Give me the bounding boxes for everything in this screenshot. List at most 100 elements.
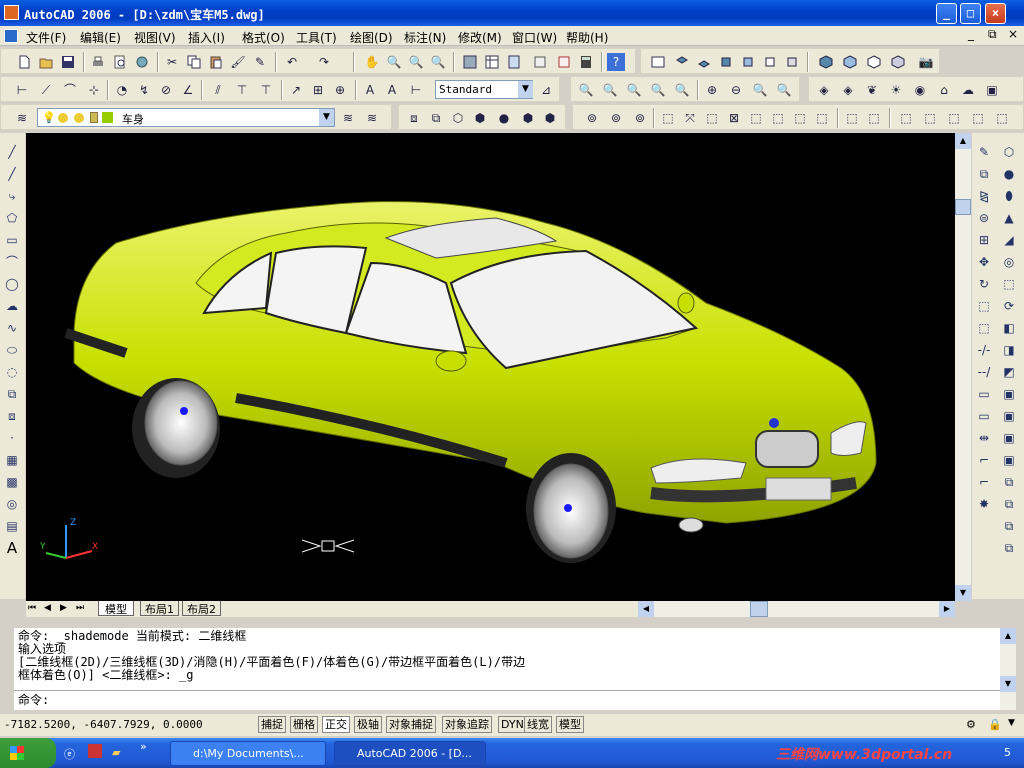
- tab-layout2[interactable]: 布局2: [182, 601, 221, 616]
- save-icon[interactable]: [59, 53, 77, 71]
- taper-face-icon[interactable]: ⬚: [769, 109, 787, 127]
- sphere-icon[interactable]: ●: [1000, 165, 1018, 183]
- zoom-in-icon[interactable]: ⊕: [703, 81, 721, 99]
- extrude-solid-icon[interactable]: ⬚: [1000, 275, 1018, 293]
- calculator-icon[interactable]: [577, 53, 595, 71]
- scene-icon[interactable]: ❦: [863, 81, 881, 99]
- rectangle-icon[interactable]: ▭: [3, 231, 21, 249]
- taskbar-item-autocad[interactable]: AutoCAD 2006 - [D...: [334, 741, 486, 766]
- orbit-icon[interactable]: ⊚: [583, 109, 601, 127]
- se-iso-icon[interactable]: [841, 53, 859, 71]
- properties-icon[interactable]: [461, 53, 479, 71]
- otrack-button[interactable]: 对象追踪: [442, 716, 492, 733]
- menu-modify[interactable]: 修改(M): [458, 29, 502, 46]
- osnap-button[interactable]: 对象捕捉: [386, 716, 436, 733]
- command-scrollbar[interactable]: ▲ ▼: [1000, 628, 1016, 710]
- rotate-face-icon[interactable]: ⬚: [747, 109, 765, 127]
- copy-object-icon[interactable]: ⧉: [975, 165, 993, 183]
- light-icon[interactable]: ☀: [887, 81, 905, 99]
- circle-icon[interactable]: ◯: [3, 275, 21, 293]
- box-solid-icon[interactable]: ⬡: [1000, 143, 1018, 161]
- region-icon[interactable]: ◎: [3, 495, 21, 513]
- snap-button[interactable]: 捕捉: [258, 716, 286, 733]
- zoom-center-icon[interactable]: 🔍: [649, 81, 667, 99]
- model-button[interactable]: 模型: [556, 716, 584, 733]
- zoom-scale-icon[interactable]: 🔍: [625, 81, 643, 99]
- dim-edit-icon[interactable]: A: [361, 81, 379, 99]
- stack-icon[interactable]: ⧉: [1000, 539, 1018, 557]
- zoom-window-icon[interactable]: 🔍: [407, 53, 425, 71]
- maximize-button[interactable]: □: [960, 3, 981, 24]
- wedge-icon[interactable]: ◢: [1000, 231, 1018, 249]
- torus-icon[interactable]: ◎: [1000, 253, 1018, 271]
- undo-icon[interactable]: ↶: [283, 53, 301, 71]
- layer-select[interactable]: 💡 车身 ▼: [37, 108, 335, 127]
- move-face-icon[interactable]: ⤧: [681, 109, 699, 127]
- lock-toolbar-icon[interactable]: 🔒: [988, 718, 1002, 731]
- rotate-icon[interactable]: ↻: [975, 275, 993, 293]
- first-tab-icon[interactable]: ⏮: [28, 603, 36, 613]
- ortho-button[interactable]: 正交: [322, 716, 350, 733]
- dim-arc-icon[interactable]: ⌒: [61, 81, 79, 99]
- extrude-icon[interactable]: ⬚: [659, 109, 677, 127]
- color-face-icon[interactable]: ⬚: [813, 109, 831, 127]
- setup-ucs-icon[interactable]: ▣: [1000, 451, 1018, 469]
- dim-radius-icon[interactable]: ◔: [113, 81, 131, 99]
- command-window[interactable]: 命令: _shademode 当前模式: 二维线框 输入选项 [二维线框(2D)…: [14, 628, 1000, 710]
- materials-icon[interactable]: ◉: [911, 81, 929, 99]
- dim-aligned-icon[interactable]: ⟋: [37, 81, 55, 99]
- dim-baseline-icon[interactable]: ⊤: [233, 81, 251, 99]
- make-current-icon[interactable]: ≋: [339, 109, 357, 127]
- insert-block-icon[interactable]: ⧉: [3, 385, 21, 403]
- pan-icon[interactable]: ✋: [363, 53, 381, 71]
- preview-icon[interactable]: [111, 53, 129, 71]
- ie-icon[interactable]: ⓔ: [64, 746, 75, 762]
- quick-dim-icon[interactable]: ⫽: [209, 81, 227, 99]
- minimize-button[interactable]: _: [936, 3, 957, 24]
- menu-help[interactable]: 帮助(H): [566, 29, 608, 46]
- hide-icon[interactable]: ◈: [815, 81, 833, 99]
- polyline-icon[interactable]: ⤷: [3, 187, 21, 205]
- menu-view[interactable]: 视图(V): [134, 29, 176, 46]
- break-icon[interactable]: ▭: [975, 407, 993, 425]
- menu-tools[interactable]: 工具(T): [296, 29, 337, 46]
- construction-line-icon[interactable]: ╱: [3, 165, 21, 183]
- slice-solid-icon[interactable]: ◧: [1000, 319, 1018, 337]
- top-view-icon[interactable]: [673, 53, 691, 71]
- extend-icon[interactable]: --/: [975, 363, 993, 381]
- paste-icon[interactable]: [207, 53, 225, 71]
- setup-profile-icon[interactable]: ▣: [1000, 429, 1018, 447]
- shade-edges-icon[interactable]: ⬢: [519, 109, 537, 127]
- text-style-select[interactable]: Standard ▼: [435, 80, 533, 99]
- doc-minimize-button[interactable]: _: [968, 27, 974, 41]
- break-point-icon[interactable]: ▭: [975, 385, 993, 403]
- gradient-icon[interactable]: ▩: [3, 473, 21, 491]
- hscroll-thumb[interactable]: [750, 601, 768, 617]
- zoom-out-icon[interactable]: ⊖: [727, 81, 745, 99]
- zoom-previous-icon[interactable]: 🔍: [429, 53, 447, 71]
- shade-gouraud-icon[interactable]: ●: [495, 109, 513, 127]
- menu-draw[interactable]: 绘图(D): [350, 29, 393, 46]
- offset-icon[interactable]: ⊜: [975, 209, 993, 227]
- fillet-icon[interactable]: ⌐: [975, 473, 993, 491]
- free-orbit-icon[interactable]: ⊚: [631, 109, 649, 127]
- dyn-button[interactable]: DYN: [498, 716, 527, 733]
- layer-previous-icon[interactable]: ≋: [363, 109, 381, 127]
- scroll-down-icon[interactable]: ▼: [955, 585, 971, 601]
- setup-view-icon[interactable]: ▣: [1000, 407, 1018, 425]
- separate-icon[interactable]: ⬚: [897, 109, 915, 127]
- make-block-icon[interactable]: ⧈: [3, 407, 21, 425]
- dim-diameter-icon[interactable]: ⊘: [157, 81, 175, 99]
- named-views-icon[interactable]: [649, 53, 667, 71]
- section-icon[interactable]: ⬚: [993, 109, 1011, 127]
- lineweight-button[interactable]: 线宽: [524, 716, 552, 733]
- tab-layout1[interactable]: 布局1: [140, 601, 179, 616]
- zoom-object-icon[interactable]: 🔍: [673, 81, 691, 99]
- array-icon[interactable]: ⊞: [975, 231, 993, 249]
- doc-restore-button[interactable]: ⧉: [988, 27, 997, 42]
- slice-icon[interactable]: ⬚: [969, 109, 987, 127]
- zoom-dynamic-icon[interactable]: 🔍: [601, 81, 619, 99]
- dim-angular-icon[interactable]: ∠: [179, 81, 197, 99]
- chevron-down-icon[interactable]: ▼: [518, 81, 533, 98]
- open-icon[interactable]: [37, 53, 55, 71]
